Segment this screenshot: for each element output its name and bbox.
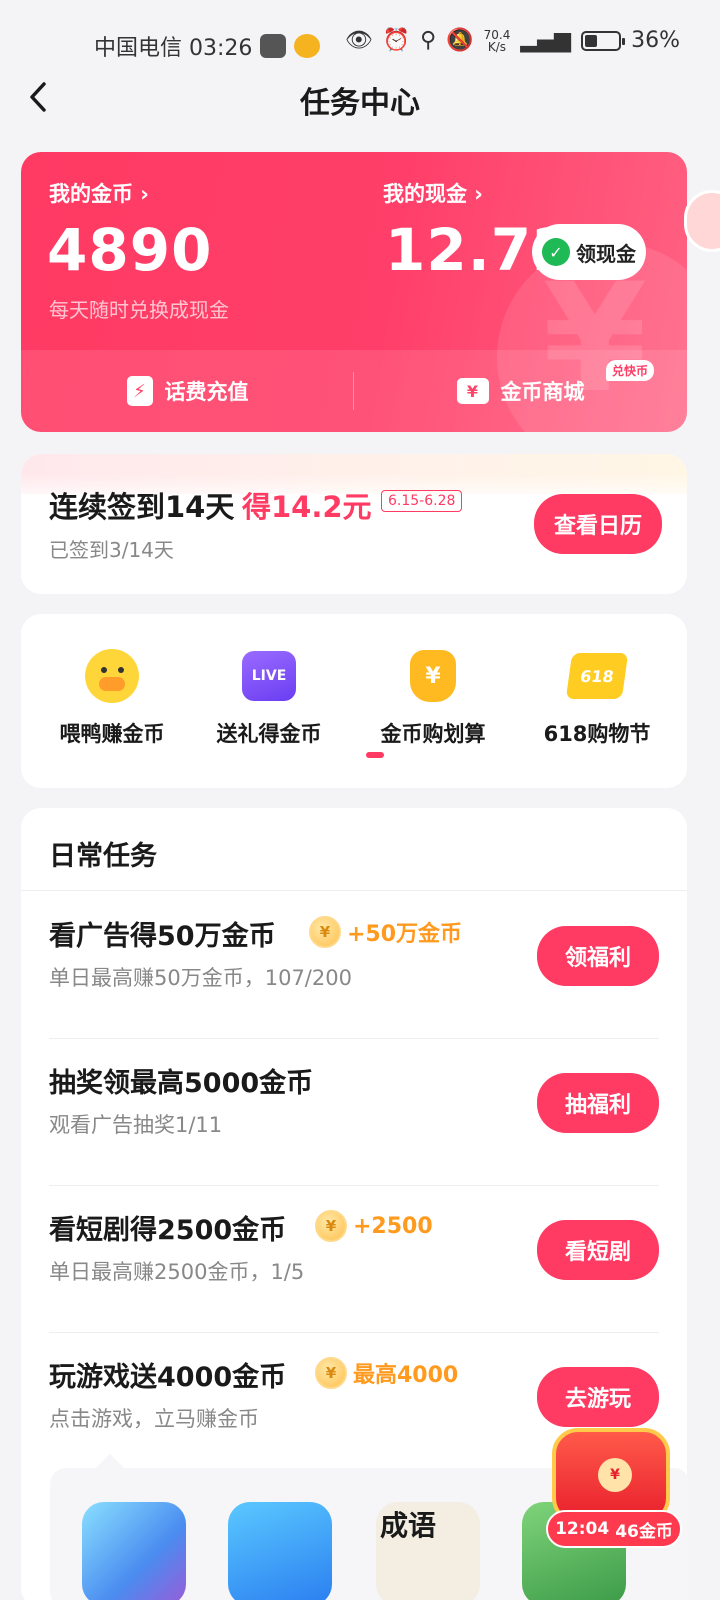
shortcut-coin-buy[interactable]: ¥ 金币购划算 xyxy=(353,648,513,748)
signin-reward: 得14.2元 xyxy=(242,490,372,524)
ticket-icon: ¥ xyxy=(456,378,489,404)
wallet-card: ¥ 我的金币 › 4890 每天随时兑换成现金 我的现金 › 12.72 ✓ 领… xyxy=(21,152,687,432)
location-icon: ⚲ xyxy=(420,28,437,53)
side-float-button[interactable] xyxy=(684,190,720,252)
shortcut-label: 金币购划算 xyxy=(380,722,486,746)
wechat-icon: ✓ xyxy=(542,238,570,266)
alarm-icon: ⏰ xyxy=(382,28,411,53)
wallet-actions: ⚡ 话费充值 ¥ 金币商城 xyxy=(21,350,687,432)
shortcut-label: 送礼得金币 xyxy=(216,722,322,746)
status-right: 👁 ⏰ ⚲ 🔕 70.4 K/s ▂▄▆ 36% xyxy=(345,28,680,53)
play-game-button[interactable]: 去游玩 xyxy=(537,1367,659,1427)
mute-bell-icon: 🔕 xyxy=(446,28,474,53)
reward-timer-badge[interactable]: 12:04 46金币 xyxy=(546,1510,682,1548)
signin-card: 连续签到14天 得14.2元 6.15-6.28 已签到3/14天 查看日历 xyxy=(21,454,687,594)
claim-benefit-button[interactable]: 领福利 xyxy=(537,926,659,986)
coin-icon: ¥ xyxy=(309,916,341,948)
coin-mall-label: 金币商城 xyxy=(500,380,585,404)
shopping-cart-icon: 618 xyxy=(565,648,629,704)
duck-face xyxy=(85,649,139,703)
coins-description: 每天随时兑换成现金 xyxy=(49,298,229,322)
coin-icon: ¥ xyxy=(315,1357,347,1389)
page-title: 任务中心 xyxy=(300,86,420,121)
duck-icon xyxy=(84,648,140,704)
task-subtitle: 单日最高赚50万金币，107/200 xyxy=(49,966,352,990)
duck-beak xyxy=(99,677,125,691)
carrier-time: 中国电信 03:26 xyxy=(94,36,253,61)
task-reward-text: 最高4000 xyxy=(353,1363,459,1388)
phone-recharge-button[interactable]: ⚡ 话费充值 xyxy=(21,350,354,432)
signal-icon: ▂▄▆ xyxy=(520,28,572,53)
coin-icon: ¥ xyxy=(315,1210,347,1242)
signin-title: 连续签到14天 xyxy=(49,490,235,524)
wallet-divider xyxy=(353,372,354,410)
task-reward: ¥ 最高4000 xyxy=(315,1357,458,1389)
status-left: 中国电信 03:26 xyxy=(94,30,321,62)
task-reward-text: +50万金币 xyxy=(347,922,463,947)
game-idiom-icon[interactable]: 成语 xyxy=(376,1502,480,1600)
notification-weibo-icon xyxy=(294,34,321,58)
task-title: 看短剧得2500金币 xyxy=(49,1215,287,1246)
withdraw-cash-button[interactable]: ✓ 领现金 xyxy=(532,224,646,280)
task-subtitle: 单日最高赚2500金币，1/5 xyxy=(49,1260,305,1284)
notification-app-icon xyxy=(260,34,287,58)
live-badge: LIVE xyxy=(242,651,296,701)
eye-icon: 👁 xyxy=(344,28,373,53)
shortcut-feed-duck[interactable]: 喂鸭赚金币 xyxy=(32,648,192,748)
task-item: 看广告得50万金币 ¥ +50万金币 单日最高赚50万金币，107/200 领福… xyxy=(49,892,659,1039)
shortcut-send-gift[interactable]: LIVE 送礼得金币 xyxy=(189,648,349,748)
my-cash-link[interactable]: 我的现金 › xyxy=(383,178,483,208)
live-icon: LIVE xyxy=(241,648,297,704)
gift-coin-icon: ¥ xyxy=(598,1458,632,1492)
task-title: 看广告得50万金币 xyxy=(49,921,276,952)
task-item: 抽奖领最高5000金币 观看广告抽奖1/11 抽福利 xyxy=(49,1039,659,1186)
coins-balance[interactable]: 4890 xyxy=(47,216,212,284)
game-draw-icon[interactable] xyxy=(228,1502,332,1600)
signin-progress: 已签到3/14天 xyxy=(49,538,174,562)
task-title: 抽奖领最高5000金币 xyxy=(49,1068,314,1099)
withdraw-cash-label: 领现金 xyxy=(576,241,636,266)
task-subtitle: 点击游戏，立马赚金币 xyxy=(49,1407,259,1431)
task-reward: ¥ +2500 xyxy=(315,1210,433,1242)
lightning-phone-icon: ⚡ xyxy=(126,376,153,406)
cart-shape: 618 xyxy=(565,653,629,699)
duck-eye-left xyxy=(101,667,107,673)
reward-timer: 12:04 xyxy=(555,1519,610,1539)
task-subtitle: 观看广告抽奖1/11 xyxy=(49,1113,223,1137)
watch-drama-button[interactable]: 看短剧 xyxy=(537,1220,659,1280)
battery-icon xyxy=(581,30,626,51)
task-item: 看短剧得2500金币 ¥ +2500 单日最高赚2500金币，1/5 看短剧 xyxy=(49,1186,659,1333)
money-bag-shape: ¥ xyxy=(410,650,456,702)
net-speed: 70.4 K/s xyxy=(484,29,511,53)
duck-eye-right xyxy=(118,667,124,673)
my-coins-link[interactable]: 我的金币 › xyxy=(49,178,149,208)
reward-amount: 46金币 xyxy=(615,1521,673,1542)
net-speed-unit: K/s xyxy=(487,39,507,54)
task-reward-text: +2500 xyxy=(353,1213,433,1239)
page-indicator xyxy=(366,752,384,758)
shortcut-label: 喂鸭赚金币 xyxy=(59,722,165,746)
game-bubble-icon[interactable] xyxy=(82,1502,186,1600)
battery-fill xyxy=(585,34,597,47)
money-bag-icon: ¥ xyxy=(405,648,461,704)
phone-recharge-label: 话费充值 xyxy=(164,380,249,404)
shortcuts-card: 喂鸭赚金币 LIVE 送礼得金币 ¥ 金币购划算 618 618购物节 xyxy=(21,614,687,788)
signin-date-range: 6.15-6.28 xyxy=(381,490,463,512)
task-reward: ¥ +50万金币 xyxy=(309,916,462,948)
battery-percent: 36% xyxy=(631,28,680,53)
net-speed-value: 70.4 xyxy=(483,27,511,42)
mall-badge: 兑快币 xyxy=(606,360,655,381)
section-title: 日常任务 xyxy=(49,841,157,872)
view-calendar-button[interactable]: 查看日历 xyxy=(534,494,662,554)
divider xyxy=(21,890,687,891)
shortcut-label: 618购物节 xyxy=(543,722,651,746)
task-title: 玩游戏送4000金币 xyxy=(49,1362,287,1393)
lottery-button[interactable]: 抽福利 xyxy=(537,1073,659,1133)
status-bar: 中国电信 03:26 👁 ⏰ ⚲ 🔕 70.4 K/s ▂▄▆ 36% xyxy=(0,0,720,88)
shortcut-618[interactable]: 618 618购物节 xyxy=(517,648,677,748)
